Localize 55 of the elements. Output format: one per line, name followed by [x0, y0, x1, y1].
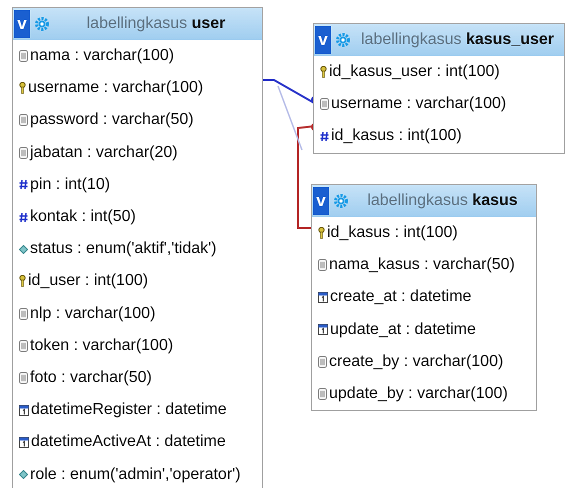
column-label[interactable]: nama_kasus : varchar(50)	[329, 253, 515, 278]
column-label[interactable]: id_kasus : int(100)	[331, 124, 462, 148]
toggle-button[interactable]: v	[313, 187, 329, 215]
column-label[interactable]: id_kasus : int(100)	[327, 221, 458, 246]
diamond-icon	[19, 244, 28, 254]
field-icon	[19, 372, 28, 384]
hash-icon	[19, 179, 28, 190]
settings-icon[interactable]	[335, 32, 351, 48]
table-title: labellingkasus user	[86, 14, 226, 34]
column-label[interactable]: password : varchar(50)	[30, 108, 194, 132]
settings-icon[interactable]	[34, 16, 50, 32]
column-label[interactable]: foto : varchar(50)	[30, 366, 152, 390]
column-label[interactable]: update_by : varchar(100)	[329, 382, 508, 406]
column-label[interactable]: datetimeActiveAt : datetime	[31, 430, 226, 454]
field-icon	[19, 146, 28, 159]
toggle-button[interactable]: v	[14, 10, 30, 38]
toggle-button[interactable]: v	[315, 26, 331, 54]
key-icon	[19, 82, 26, 94]
key-icon	[318, 227, 325, 240]
field-icon	[318, 356, 327, 368]
column-label[interactable]: role : enum('admin','operator')	[30, 462, 241, 487]
calendar-icon	[19, 404, 29, 416]
calendar-icon	[318, 324, 328, 336]
field-icon	[19, 114, 28, 126]
column-label[interactable]: username : varchar(100)	[28, 76, 204, 100]
column-label[interactable]: username : varchar(100)	[331, 92, 506, 116]
column-label[interactable]: nama : varchar(100)	[30, 44, 174, 68]
column-label[interactable]: pin : int(10)	[30, 172, 110, 197]
column-label[interactable]: status : enum('aktif','tidak')	[30, 237, 217, 262]
column-label[interactable]: jabatan : varchar(20)	[30, 140, 178, 165]
field-icon	[19, 50, 28, 62]
column-label[interactable]: create_at : datetime	[330, 285, 472, 310]
column-label[interactable]: update_at : datetime	[330, 318, 476, 342]
column-label[interactable]: token : varchar(100)	[30, 334, 174, 358]
hash-icon	[19, 212, 28, 223]
field-icon	[19, 340, 28, 352]
calendar-icon	[318, 292, 328, 303]
key-icon	[19, 275, 26, 288]
calendar-icon	[19, 436, 29, 448]
field-icon	[19, 308, 28, 320]
field-icon	[320, 98, 329, 110]
table-title: labellingkasus kasus	[366, 191, 519, 211]
column-label[interactable]: id_kasus_user : int(100)	[329, 60, 500, 84]
column-label[interactable]: nlp : varchar(100)	[30, 302, 156, 326]
column-label[interactable]: kontak : int(50)	[30, 205, 136, 230]
column-label[interactable]: datetimeRegister : datetime	[31, 398, 227, 422]
table-title: labellingkasus kasus_user	[360, 30, 556, 50]
settings-icon[interactable]	[333, 193, 349, 209]
key-icon	[320, 66, 327, 78]
column-label[interactable]: id_user : int(100)	[28, 269, 148, 294]
column-label[interactable]: create_by : varchar(100)	[329, 350, 504, 374]
diamond-icon	[19, 470, 28, 480]
field-icon	[318, 388, 327, 400]
hash-icon	[320, 130, 329, 142]
field-icon	[318, 259, 327, 272]
